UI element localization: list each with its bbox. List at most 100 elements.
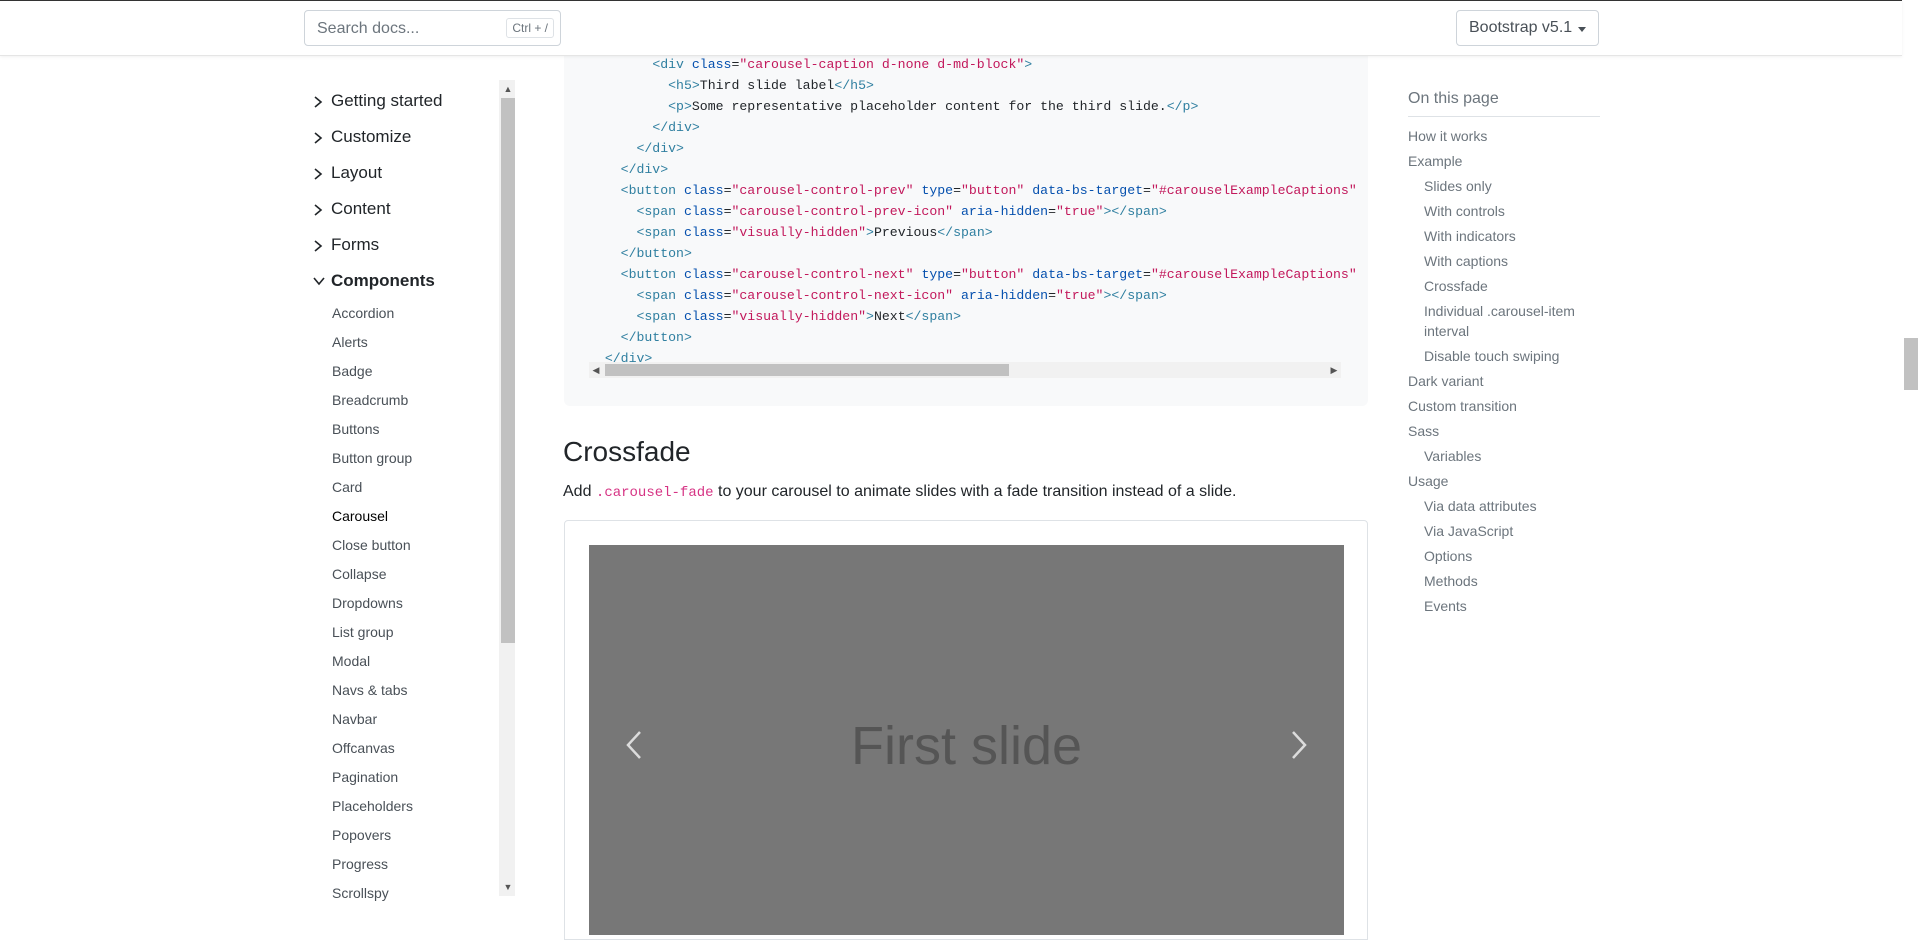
sidebar-group-label: Getting started <box>331 91 443 110</box>
sidebar-scrollbar-thumb[interactable] <box>501 98 515 643</box>
code-example-block: <div class="carousel-item"> <img src="..… <box>564 0 1368 406</box>
sidebar-group-content[interactable]: Content <box>313 199 391 219</box>
sidebar-item-badge[interactable]: Badge <box>332 363 372 379</box>
section-title: Crossfade <box>563 436 691 467</box>
scroll-right-arrow-icon[interactable]: ▶ <box>1327 362 1341 378</box>
sidebar-group-forms[interactable]: Forms <box>313 235 379 255</box>
sidebar-item-close-button[interactable]: Close button <box>332 537 411 553</box>
sidebar-group-layout[interactable]: Layout <box>313 163 382 183</box>
code-token: > <box>866 225 874 240</box>
sidebar-group-customize[interactable]: Customize <box>313 127 411 147</box>
search-input[interactable] <box>315 19 499 39</box>
chevron-right-icon <box>313 168 323 180</box>
toc-item[interactable]: Dark variant <box>1408 371 1598 391</box>
code-token: class <box>683 183 724 198</box>
code-line: <span class = "carousel-control-prev-icon"… <box>589 204 1166 219</box>
code-token: "carousel-control-prev-icon" <box>731 204 954 219</box>
code-token: </div> <box>636 141 684 156</box>
sidebar-item-navs-tabs[interactable]: Navs & tabs <box>332 682 407 698</box>
code-token: class <box>683 267 724 282</box>
toc-item[interactable]: With captions <box>1424 251 1584 271</box>
chevron-right-icon <box>1292 731 1307 759</box>
code-token: "button" <box>961 267 1025 282</box>
carousel-next-button[interactable] <box>1269 725 1329 765</box>
code-token: > <box>1024 57 1033 72</box>
code-token: "visually-hidden" <box>731 309 867 324</box>
sidebar-item-carousel[interactable]: Carousel <box>332 508 388 524</box>
code-token: "button" <box>961 183 1025 198</box>
sidebar-item-offcanvas[interactable]: Offcanvas <box>332 740 395 756</box>
toc-item[interactable]: Individual .carousel-item interval <box>1424 301 1584 341</box>
sidebar-item-accordion[interactable]: Accordion <box>332 305 394 321</box>
sidebar-item-list-group[interactable]: List group <box>332 624 393 640</box>
toc-item[interactable]: Via data attributes <box>1424 496 1584 516</box>
toc-item[interactable]: With controls <box>1424 201 1584 221</box>
toc-item[interactable]: Crossfade <box>1424 276 1584 296</box>
code-token: <span <box>636 225 677 240</box>
sidebar-item-popovers[interactable]: Popovers <box>332 827 391 843</box>
page-scrollbar-thumb[interactable] <box>1904 338 1918 390</box>
toc-item[interactable]: Usage <box>1408 471 1598 491</box>
sidebar-group-components[interactable]: Components <box>313 271 435 291</box>
code-token: </span> <box>905 309 962 324</box>
page-scrollbar[interactable] <box>1902 54 1920 926</box>
sidebar-item-navbar[interactable]: Navbar <box>332 711 377 727</box>
code-token: "carousel-control-next" <box>731 267 914 282</box>
sidebar-item-buttons[interactable]: Buttons <box>332 421 379 437</box>
toc-item[interactable]: How it works <box>1408 126 1598 146</box>
sidebar-item-button-group[interactable]: Button group <box>332 450 412 466</box>
sidebar-item-card[interactable]: Card <box>332 479 362 495</box>
code-line: </div> <box>589 141 684 156</box>
scroll-left-arrow-icon[interactable]: ◀ <box>589 362 603 378</box>
search-box[interactable]: Ctrl + / <box>304 10 561 46</box>
sidebar-item-placeholders[interactable]: Placeholders <box>332 798 413 814</box>
code-token: ></span> <box>1103 288 1167 303</box>
toc-item[interactable]: Slides only <box>1424 176 1584 196</box>
toc-item[interactable]: Disable touch swiping <box>1424 346 1584 366</box>
toc-item[interactable]: With indicators <box>1424 226 1584 246</box>
code-token: </p> <box>1166 99 1199 114</box>
code-token: = <box>953 183 962 198</box>
toc-item[interactable]: Via JavaScript <box>1424 521 1584 541</box>
sidebar-item-alerts[interactable]: Alerts <box>332 334 368 350</box>
toc-item[interactable]: Options <box>1424 546 1584 566</box>
code-line: </button> <box>589 246 692 261</box>
toc-item[interactable]: Custom transition <box>1408 396 1598 416</box>
code-token: class <box>683 225 724 240</box>
code-line: <button class = "carousel-control-prev" ty… <box>589 183 1357 198</box>
sidebar-item-collapse[interactable]: Collapse <box>332 566 386 582</box>
sidebar-item-progress[interactable]: Progress <box>332 856 388 872</box>
code-horizontal-scrollbar[interactable]: ◀ ▶ <box>589 362 1341 378</box>
scroll-up-arrow-icon[interactable]: ▲ <box>501 82 515 96</box>
code-line: </button> <box>589 330 692 345</box>
sidebar-item-pagination[interactable]: Pagination <box>332 769 398 785</box>
code-token: <div <box>652 57 684 72</box>
code-scrollbar-thumb[interactable] <box>605 364 1009 376</box>
toc-item[interactable]: Variables <box>1424 446 1584 466</box>
code-token: = <box>1143 183 1151 198</box>
desc-text-start: Add <box>563 483 596 500</box>
sidebar-item-breadcrumb[interactable]: Breadcrumb <box>332 392 408 408</box>
sidebar-item-dropdowns[interactable]: Dropdowns <box>332 595 403 611</box>
scroll-down-arrow-icon[interactable]: ▼ <box>501 880 515 894</box>
sidebar-item-scrollspy[interactable]: Scrollspy <box>332 885 389 901</box>
sidebar-item-modal[interactable]: Modal <box>332 653 370 669</box>
carousel-prev-button[interactable] <box>604 725 664 765</box>
chevron-down-icon <box>313 276 325 286</box>
version-dropdown-button[interactable]: Bootstrap v5.1 <box>1456 10 1599 46</box>
toc-item[interactable]: Example <box>1408 151 1598 171</box>
toc-item[interactable]: Methods <box>1424 571 1584 591</box>
toc-item[interactable]: Sass <box>1408 421 1598 441</box>
sidebar-group-getting-started[interactable]: Getting started <box>313 91 443 111</box>
toc-item[interactable]: Events <box>1424 596 1584 616</box>
code-line: </div> <box>589 162 668 177</box>
code-line: <button class = "carousel-control-next" ty… <box>589 267 1357 282</box>
